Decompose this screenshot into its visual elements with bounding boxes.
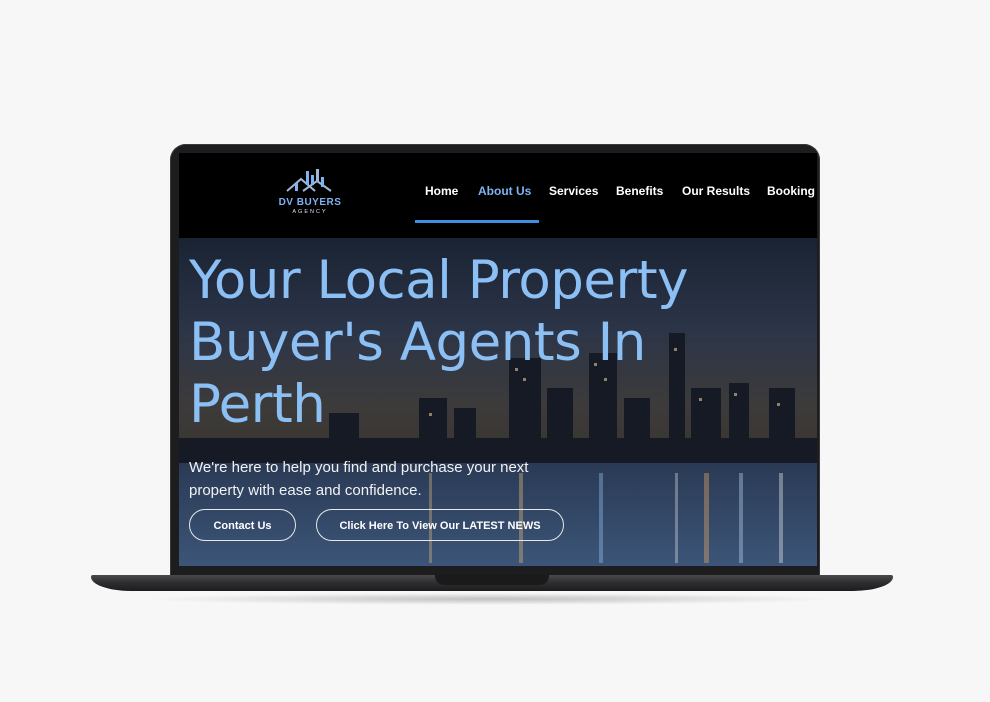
logo-subtitle: AGENCY	[292, 209, 328, 215]
laptop-screen: DV BUYERS AGENCY Home About Us Services …	[179, 153, 817, 566]
nav-item-about-us[interactable]: About Us	[478, 184, 531, 198]
nav-item-our-results[interactable]: Our Results	[682, 184, 750, 198]
hero-subtitle: We're here to help you find and purchase…	[189, 459, 529, 499]
laptop-notch	[435, 575, 549, 585]
site-header: DV BUYERS AGENCY Home About Us Services …	[179, 153, 817, 238]
nav-item-booking[interactable]: Booking	[767, 184, 815, 198]
latest-news-button[interactable]: Click Here To View Our LATEST NEWS	[316, 509, 564, 541]
active-nav-underline	[415, 220, 539, 223]
laptop-shadow	[140, 593, 840, 605]
contact-us-button[interactable]: Contact Us	[189, 509, 296, 541]
main-nav: Home About Us Services Benefits Our Resu…	[179, 184, 817, 204]
hero-section: Your Local Property Buyer's Agents In Pe…	[179, 238, 817, 566]
hero-title: Your Local Property Buyer's Agents In Pe…	[189, 250, 688, 435]
nav-item-benefits[interactable]: Benefits	[616, 184, 663, 198]
nav-item-services[interactable]: Services	[549, 184, 598, 198]
nav-item-home[interactable]: Home	[425, 184, 458, 198]
